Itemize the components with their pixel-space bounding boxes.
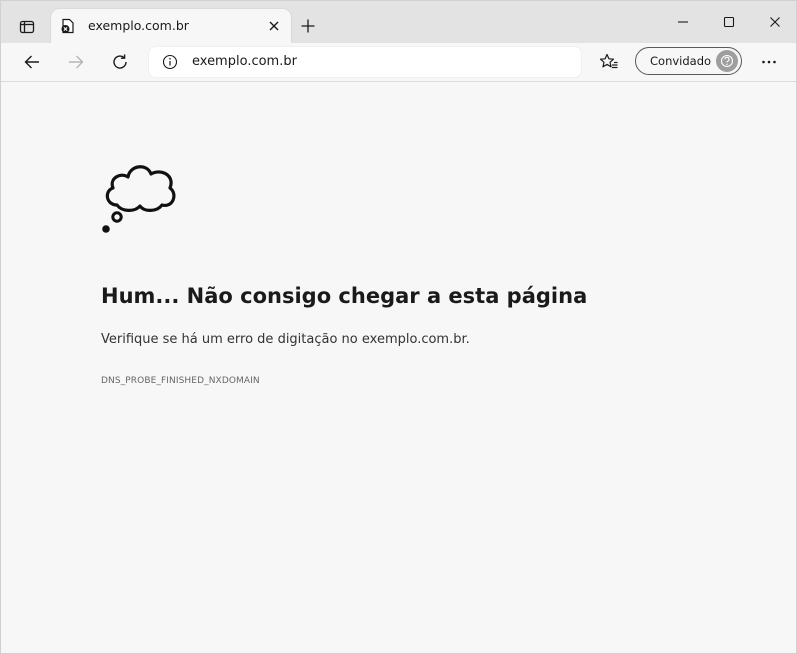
error-code: DNS_PROBE_FINISHED_NXDOMAIN: [101, 376, 260, 386]
forward-button[interactable]: [60, 46, 92, 78]
favorites-star-icon: [599, 53, 618, 69]
tab-strip: exemplo.com.br: [1, 1, 796, 43]
more-dots-icon: [762, 60, 776, 64]
tab-actions-icon: [19, 20, 35, 34]
error-message: Verifique se há um erro de digitação no …: [101, 332, 470, 347]
new-tab-button[interactable]: [295, 13, 321, 39]
maximize-button[interactable]: [714, 7, 744, 37]
page-content: Hum... Não consigo chegar a esta página …: [1, 82, 796, 653]
tab-title: exemplo.com.br: [88, 18, 189, 33]
address-bar[interactable]: exemplo.com.br: [149, 47, 581, 77]
maximize-icon: [723, 16, 735, 28]
close-icon: [770, 17, 780, 27]
thought-cloud-icon: [102, 165, 176, 233]
refresh-icon: [113, 54, 127, 69]
profile-button[interactable]: Convidado: [635, 47, 742, 75]
forward-arrow-icon: [69, 55, 84, 69]
close-icon: [269, 21, 279, 31]
more-options-button[interactable]: [753, 46, 785, 78]
address-url: exemplo.com.br: [192, 54, 297, 69]
info-icon[interactable]: [162, 54, 178, 70]
toolbar: exemplo.com.br Convidado: [1, 43, 796, 82]
browser-window: exemplo.com.br exemplo.com.br Convidado …: [0, 0, 797, 654]
error-page-icon: [61, 18, 74, 34]
favorites-button[interactable]: [593, 46, 625, 78]
tab-actions-button[interactable]: [11, 11, 43, 43]
minimize-button[interactable]: [668, 7, 698, 37]
window-close-button[interactable]: [760, 7, 790, 37]
back-button[interactable]: [16, 46, 48, 78]
tab-close-button[interactable]: [263, 15, 285, 37]
back-arrow-icon: [24, 55, 39, 69]
error-heading: Hum... Não consigo chegar a esta página: [101, 284, 588, 308]
refresh-button[interactable]: [104, 46, 136, 78]
plus-icon: [301, 19, 315, 33]
profile-label: Convidado: [650, 54, 712, 68]
tab-active[interactable]: exemplo.com.br: [51, 9, 291, 43]
minimize-icon: [678, 21, 688, 23]
guest-avatar-icon: [716, 50, 738, 72]
